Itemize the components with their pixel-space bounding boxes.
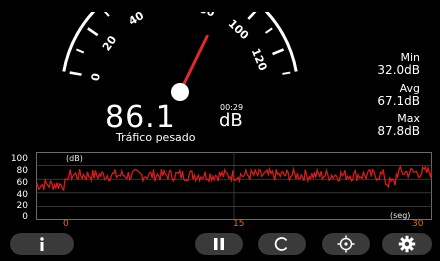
gauge-scale-label: 0 [89, 72, 103, 82]
gear-icon [398, 235, 416, 253]
reset-icon [274, 237, 288, 251]
target-icon [337, 235, 355, 253]
db-unit: dB [219, 110, 243, 131]
needle-hub [171, 83, 189, 101]
x-tick-0: 0 [63, 219, 69, 229]
gauge-scale-label: 80 [198, 12, 217, 20]
gauge-labels: 0 20 40 60 80 100 120 [89, 12, 270, 82]
gauge-tick [69, 71, 82, 76]
gauge-scale-label: 40 [126, 12, 146, 28]
y-tick-100: 100 [10, 154, 28, 164]
sound-meter-screen: 020406080100120 86.1 00:29 dB Tráfico pe… [0, 0, 440, 261]
gauge-tick [272, 48, 285, 56]
noise-description: Tráfico pesado [116, 131, 196, 144]
x-tick-15: 15 [233, 219, 245, 229]
y-tick-80: 80 [16, 166, 28, 176]
pause-icon [214, 238, 224, 250]
gauge-tick [247, 12, 257, 20]
gauge-tick [265, 27, 273, 34]
gauge-tick [87, 27, 99, 37]
calibrate-button[interactable] [322, 233, 370, 255]
y-tick-40: 40 [16, 190, 28, 200]
gauge-scale-label: 20 [100, 33, 120, 53]
settings-button[interactable] [382, 233, 432, 255]
reset-button[interactable] [258, 233, 306, 255]
db-gauge: 0 20 40 60 80 100 120 [62, 12, 298, 101]
avg-value: 67.1dB [377, 94, 420, 108]
info-button[interactable] [10, 233, 74, 255]
y-axis-unit: (dB) [66, 154, 83, 163]
gauge-tick [103, 12, 110, 17]
gauge-scale-label: 100 [226, 17, 252, 42]
db-history-graph [35, 152, 433, 220]
x-axis-unit: (seg) [390, 211, 411, 220]
y-tick-60: 60 [16, 178, 28, 188]
pause-button[interactable] [195, 233, 243, 255]
graph-grid [36, 152, 432, 220]
current-db-value: 86.1 [105, 100, 176, 135]
info-icon [40, 237, 44, 251]
y-tick-20: 20 [16, 201, 28, 211]
gauge-scale-label: 60 [163, 12, 180, 14]
gauge-scale-label: 120 [249, 46, 270, 72]
graph-svg [35, 152, 433, 220]
min-value: 32.0dB [377, 63, 420, 77]
max-value: 87.8dB [377, 124, 420, 138]
x-tick-30: 30 [412, 219, 424, 229]
gauge-needle [178, 34, 209, 94]
y-tick-0: 0 [22, 212, 28, 222]
gauge-tick [76, 48, 85, 54]
gauge-tick [282, 71, 291, 75]
